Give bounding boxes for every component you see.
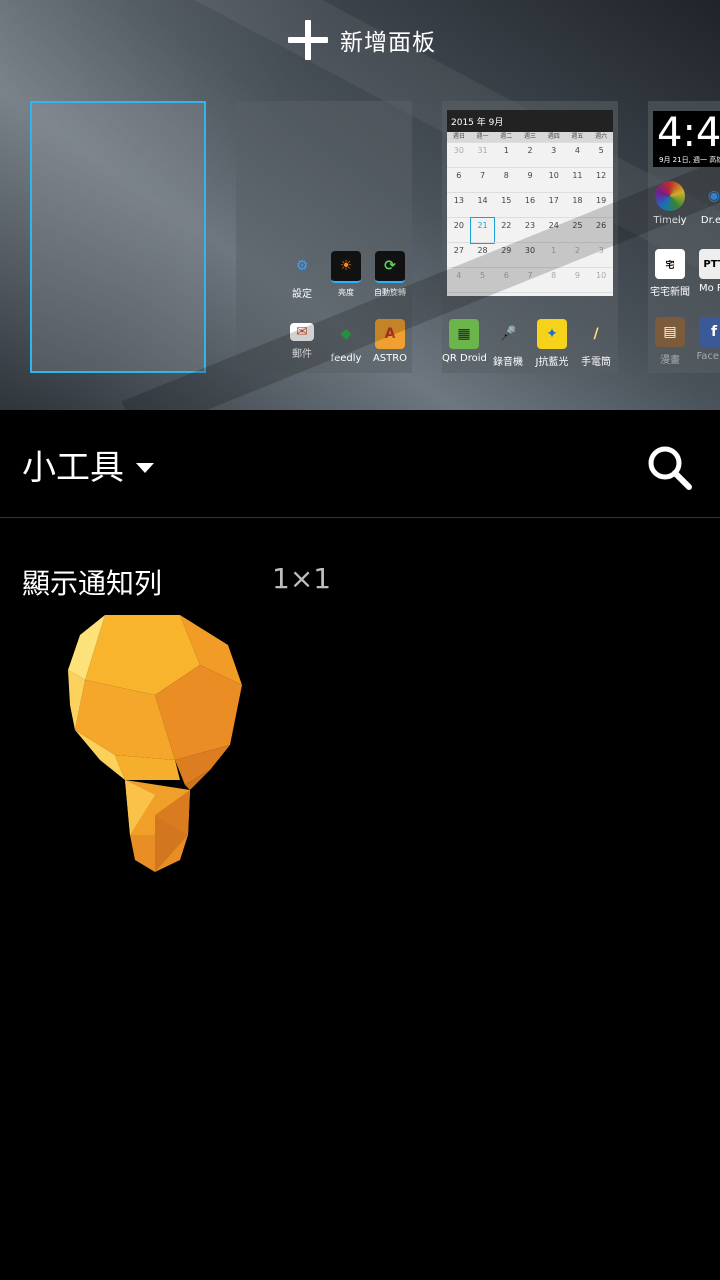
brightness-icon: ☀ xyxy=(331,251,361,283)
app-mopt: PTT Mo PT xyxy=(692,249,720,294)
calendar-widget: 2015 年 9月 週日 週一 週二 週三 週四 週五 週六 30 31 1 2… xyxy=(447,110,613,296)
app-dr-eye: ◉ Dr.ey xyxy=(692,181,720,226)
app-recorder: 🎤 錄音機 xyxy=(486,319,530,368)
recorder-icon: 🎤 xyxy=(499,326,517,342)
panel-strip: 新增面板 ⚙ 設定 ☀ 亮度 ⟳ 自動旋轉 ✉ 郵件 ◆ feedly A AS… xyxy=(0,0,720,410)
dr-eye-icon: ◉ xyxy=(707,188,720,204)
calendar-grid: 週日 週一 週二 週三 週四 週五 週六 30 31 1 2 3 4 5 6 7 xyxy=(447,132,613,293)
app-settings: ⚙ 設定 xyxy=(280,251,324,300)
app-news: 宅 宅宅新聞 xyxy=(648,249,692,298)
add-panel-button[interactable]: 新增面板 xyxy=(286,18,436,62)
timely-icon xyxy=(655,181,685,211)
calendar-title: 2015 年 9月 xyxy=(447,110,613,132)
app-astro: A ASTRO xyxy=(368,319,412,364)
blue-light-icon: ✦ xyxy=(537,319,567,349)
app-mail: ✉ 郵件 xyxy=(290,323,314,360)
app-brightness: ☀ 亮度 xyxy=(324,251,368,298)
app-feedly: ◆ feedly xyxy=(324,319,368,364)
flashlight-icon: / xyxy=(593,326,599,342)
widget-name: 顯示通知列 xyxy=(22,567,163,600)
add-panel-label: 新增面板 xyxy=(340,30,436,56)
plus-icon xyxy=(286,18,330,62)
home-panel-3[interactable]: 2015 年 9月 週日 週一 週二 週三 週四 週五 週六 30 31 1 2… xyxy=(442,101,618,373)
app-facebook: f Facebo xyxy=(692,317,720,362)
news-icon: 宅 xyxy=(655,249,685,279)
mail-icon: ✉ xyxy=(290,323,314,341)
app-flashlight: / 手電筒 xyxy=(574,319,618,368)
lightbulb-icon[interactable] xyxy=(60,610,250,875)
category-dropdown[interactable]: 小工具 xyxy=(22,440,154,489)
app-comic: ▤ 漫畫 xyxy=(648,317,692,366)
app-qr-droid: ▦ QR Droid xyxy=(442,319,487,364)
auto-rotate-icon: ⟳ xyxy=(375,251,405,283)
mopt-icon: PTT xyxy=(699,249,720,279)
settings-icon: ⚙ xyxy=(295,258,309,274)
comic-icon: ▤ xyxy=(655,317,685,347)
category-label: 小工具 xyxy=(22,448,124,488)
qr-droid-icon: ▦ xyxy=(449,319,479,349)
home-panel-2[interactable]: ⚙ 設定 ☀ 亮度 ⟳ 自動旋轉 ✉ 郵件 ◆ feedly A ASTRO xyxy=(236,101,412,373)
caret-down-icon xyxy=(136,462,154,473)
widget-size: 1×1 xyxy=(272,562,332,595)
search-icon[interactable] xyxy=(645,443,693,491)
home-panel-4[interactable]: 4:45 9月 21日, 週一 高雄 Timely ◉ Dr.ey 宅 宅宅新聞… xyxy=(648,101,720,373)
facebook-icon: f xyxy=(699,317,720,347)
screen: 新增面板 ⚙ 設定 ☀ 亮度 ⟳ 自動旋轉 ✉ 郵件 ◆ feedly A AS… xyxy=(0,0,720,1280)
feedly-icon: ◆ xyxy=(340,326,352,342)
astro-icon: A xyxy=(375,319,405,349)
home-panel-1[interactable] xyxy=(30,101,206,373)
clock-widget: 4:45 9月 21日, 週一 高雄 xyxy=(653,111,720,167)
app-auto-rotate: ⟳ 自動旋轉 xyxy=(368,251,412,298)
app-timely: Timely xyxy=(648,181,692,226)
widgets-header: 小工具 xyxy=(0,410,720,518)
app-blue-light: ✦ J抗藍光 xyxy=(530,319,574,368)
